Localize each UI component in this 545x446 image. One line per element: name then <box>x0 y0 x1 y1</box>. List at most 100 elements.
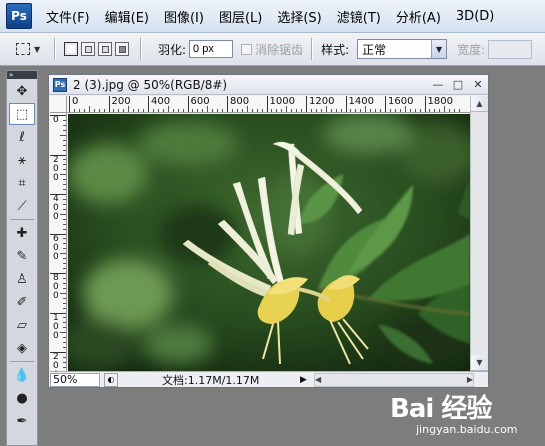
menu-analysis[interactable]: 分析(A) <box>396 7 441 26</box>
ruler-minor-tick <box>128 106 130 112</box>
document-size-info: 文档:1.17M/1.17M <box>162 373 260 387</box>
navigator-icon[interactable]: ◐ <box>104 372 118 387</box>
ruler-minor-tick <box>251 109 253 112</box>
chevron-down-icon: ▼ <box>431 40 447 58</box>
ruler-minor-tick <box>78 109 80 112</box>
ruler-minor-tick <box>157 109 159 112</box>
ruler-minor-tick <box>113 109 115 112</box>
ruler-minor-tick <box>98 109 100 112</box>
ruler-minor-tick <box>73 109 75 112</box>
options-bar: ▼ 羽化: 消除锯齿 样式: 正常 ▼ 宽度: <box>0 33 545 66</box>
magic-wand-tool[interactable]: ⚹ <box>9 149 35 171</box>
ruler-minor-tick <box>434 109 436 112</box>
ruler-minor-tick <box>63 189 66 191</box>
ruler-minor-tick <box>63 322 66 324</box>
scroll-right-icon[interactable]: ▶ <box>467 375 473 384</box>
menu-bar: Ps 文件(F) 编辑(E) 图像(I) 图层(L) 选择(S) 滤镜(T) 分… <box>0 0 545 33</box>
ruler-minor-tick <box>162 109 164 112</box>
scroll-up-icon[interactable]: ▲ <box>471 96 488 112</box>
document-title-bar[interactable]: Ps 2 (3).jpg @ 50%(RGB/8#) — □ ✕ <box>49 75 488 95</box>
ruler-minor-tick <box>63 327 66 329</box>
crop-tool[interactable]: ⌗ <box>9 172 35 194</box>
menu-filter[interactable]: 滤镜(T) <box>337 7 381 26</box>
history-brush-tool[interactable]: ✐ <box>9 291 35 313</box>
ruler-minor-tick <box>261 109 263 112</box>
ruler-minor-tick <box>365 106 367 112</box>
baidu-jingyan-watermark: Bai 经验 jingyan.baidu.com <box>390 388 540 444</box>
menu-edit[interactable]: 编辑(E) <box>105 7 149 26</box>
marquee-tool[interactable]: ⬚ <box>9 103 35 125</box>
ruler-minor-tick <box>133 109 135 112</box>
ruler-minor-tick <box>454 109 456 112</box>
menu-image[interactable]: 图像(I) <box>164 7 204 26</box>
ruler-minor-tick <box>63 144 66 146</box>
ruler-minor-tick <box>63 297 66 299</box>
eyedropper-tool[interactable]: ⟋ <box>9 195 35 217</box>
menu-file[interactable]: 文件(F) <box>46 7 90 26</box>
horizontal-scrollbar[interactable]: ◀ ▶ <box>314 372 474 387</box>
menu-3d[interactable]: 3D(D) <box>456 9 494 24</box>
ruler-minor-tick <box>63 238 66 240</box>
ruler-minor-tick <box>296 109 298 112</box>
antialias-checkbox[interactable]: 消除锯齿 <box>241 41 303 58</box>
scroll-left-icon[interactable]: ◀ <box>315 375 321 384</box>
ruler-minor-tick <box>63 337 66 339</box>
ruler-minor-tick <box>310 109 312 112</box>
clone-stamp-tool[interactable]: ♙ <box>9 268 35 290</box>
photoshop-logo-icon[interactable]: Ps <box>6 3 32 29</box>
ruler-minor-tick <box>197 109 199 112</box>
paint-bucket-tool[interactable]: ◈ <box>9 337 35 359</box>
ruler-minor-tick <box>63 203 66 205</box>
ruler-minor-tick <box>449 109 451 112</box>
vertical-ruler[interactable]: 0200400600800100200400 <box>50 113 67 371</box>
dodge-tool[interactable]: ● <box>9 387 35 409</box>
ruler-minor-tick <box>212 109 214 112</box>
maximize-icon[interactable]: □ <box>448 78 468 91</box>
healing-brush-tool[interactable]: ✚ <box>9 222 35 244</box>
width-input[interactable] <box>488 39 533 59</box>
ruler-minor-tick <box>60 213 66 215</box>
vertical-scrollbar[interactable]: ▲ ▼ <box>470 96 488 371</box>
ruler-minor-tick <box>143 109 145 112</box>
ruler-origin[interactable] <box>50 96 67 113</box>
eraser-icon: ▱ <box>17 317 27 333</box>
new-selection-button[interactable] <box>64 42 78 56</box>
antialias-label: 消除锯齿 <box>255 42 304 57</box>
ruler-minor-tick <box>63 198 66 200</box>
menu-select[interactable]: 选择(S) <box>277 7 321 26</box>
toolbox-divider <box>10 361 34 362</box>
eraser-tool[interactable]: ▱ <box>9 314 35 336</box>
move-tool[interactable]: ✥ <box>9 80 35 102</box>
blur-tool[interactable]: 💧 <box>9 364 35 386</box>
ruler-minor-tick <box>63 169 66 171</box>
ruler-minor-tick <box>429 109 431 112</box>
ruler-minor-tick <box>152 109 154 112</box>
minimize-icon[interactable]: — <box>428 78 448 91</box>
ruler-minor-tick <box>404 106 406 112</box>
scroll-down-icon[interactable]: ▼ <box>471 355 488 371</box>
brush-tool[interactable]: ✎ <box>9 245 35 267</box>
menu-layer[interactable]: 图层(L) <box>219 7 262 26</box>
close-icon[interactable]: ✕ <box>468 78 488 91</box>
eyedropper-icon: ⟋ <box>17 198 27 214</box>
zoom-input[interactable]: 50% <box>50 372 100 387</box>
intersect-selection-button[interactable] <box>115 42 129 56</box>
style-select[interactable]: 正常 ▼ <box>357 39 448 59</box>
ruler-minor-tick <box>63 361 66 363</box>
ruler-minor-tick <box>63 159 66 161</box>
toolbox-collapse-handle[interactable]: » <box>7 71 37 79</box>
image-canvas[interactable] <box>68 114 470 371</box>
clone-stamp-icon: ♙ <box>16 271 28 287</box>
pen-tool[interactable]: ✒ <box>9 410 35 432</box>
horizontal-ruler[interactable]: 0 200 400 600 800 1000 1200 1400 1600 1800 <box>67 96 470 113</box>
subtract-from-selection-button[interactable] <box>98 42 112 56</box>
ruler-minor-tick <box>63 277 66 279</box>
play-arrow-icon[interactable]: ▶ <box>300 375 312 385</box>
add-to-selection-button[interactable] <box>81 42 95 56</box>
blur-icon: 💧 <box>13 367 31 383</box>
ruler-minor-tick <box>63 129 66 131</box>
lasso-tool[interactable]: ℓ <box>9 126 35 148</box>
ruler-minor-tick <box>63 184 66 186</box>
feather-input[interactable] <box>189 40 234 58</box>
tool-preset-picker[interactable]: ▼ <box>6 37 46 61</box>
